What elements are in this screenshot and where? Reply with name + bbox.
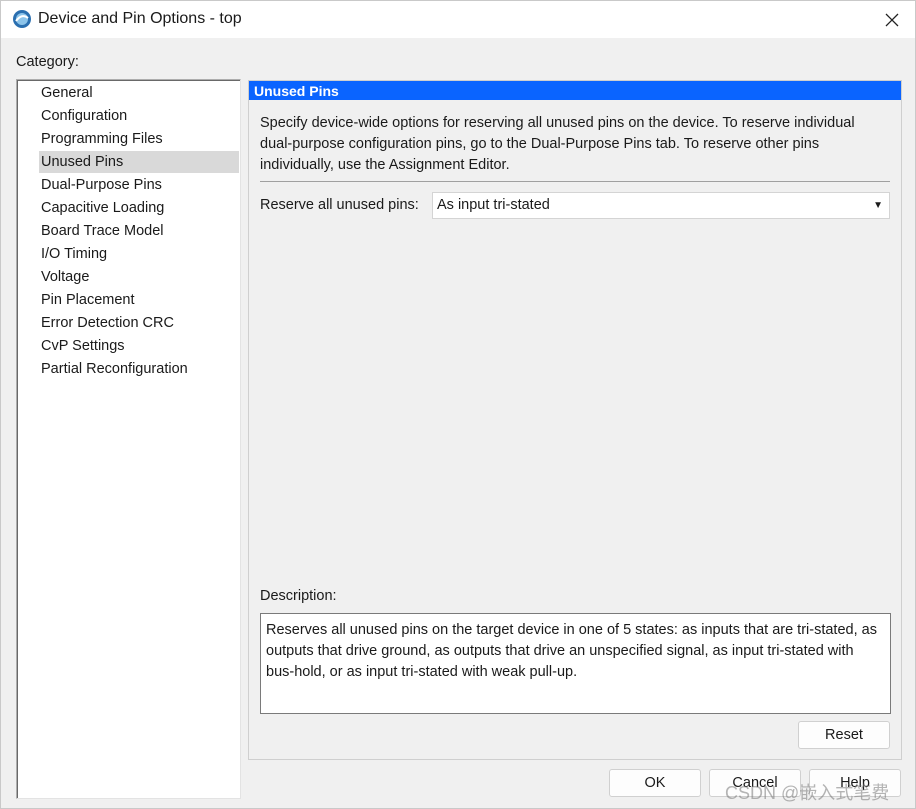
help-button[interactable]: Help [809, 769, 901, 797]
reserve-unused-pins-label: Reserve all unused pins: [260, 197, 419, 213]
description-label: Description: [260, 588, 337, 604]
category-label: Category: [16, 54, 79, 70]
device-pin-options-dialog: Device and Pin Options - top Category: G… [0, 0, 916, 809]
divider [260, 181, 890, 182]
category-item-error-detection-crc[interactable]: Error Detection CRC [39, 312, 176, 334]
category-item-partial-reconfiguration[interactable]: Partial Reconfiguration [39, 358, 190, 380]
category-item-unused-pins[interactable]: Unused Pins [39, 151, 239, 173]
category-item-general[interactable]: General [39, 82, 95, 104]
category-item-cvp-settings[interactable]: CvP Settings [39, 335, 127, 357]
dropdown-arrow-icon: ▼ [873, 200, 883, 211]
quartus-app-icon [13, 10, 31, 28]
category-item-io-timing[interactable]: I/O Timing [39, 243, 109, 265]
cancel-button[interactable]: Cancel [709, 769, 801, 797]
intro-text: Specify device-wide options for reservin… [260, 115, 855, 173]
unused-pins-panel: Unused Pins Specify device-wide options … [248, 80, 902, 760]
category-item-board-trace-model[interactable]: Board Trace Model [39, 220, 166, 242]
close-icon [885, 13, 899, 26]
category-list: General Configuration Programming Files … [16, 79, 241, 799]
category-item-dual-purpose-pins[interactable]: Dual-Purpose Pins [39, 174, 164, 196]
reserve-unused-pins-select[interactable]: As input tri-stated ▼ [432, 192, 890, 219]
category-item-programming-files[interactable]: Programming Files [39, 128, 165, 150]
window-title: Device and Pin Options - top [38, 10, 242, 27]
category-item-configuration[interactable]: Configuration [39, 105, 129, 127]
panel-header: Unused Pins [249, 81, 901, 100]
category-item-pin-placement[interactable]: Pin Placement [39, 289, 137, 311]
description-box[interactable]: Reserves all unused pins on the target d… [260, 613, 891, 714]
reset-button[interactable]: Reset [798, 721, 890, 749]
title-bar: Device and Pin Options - top [1, 1, 915, 38]
category-item-voltage[interactable]: Voltage [39, 266, 91, 288]
close-button[interactable] [869, 1, 915, 38]
reserve-unused-pins-value: As input tri-stated [437, 197, 550, 213]
category-item-capacitive-loading[interactable]: Capacitive Loading [39, 197, 166, 219]
ok-button[interactable]: OK [609, 769, 701, 797]
